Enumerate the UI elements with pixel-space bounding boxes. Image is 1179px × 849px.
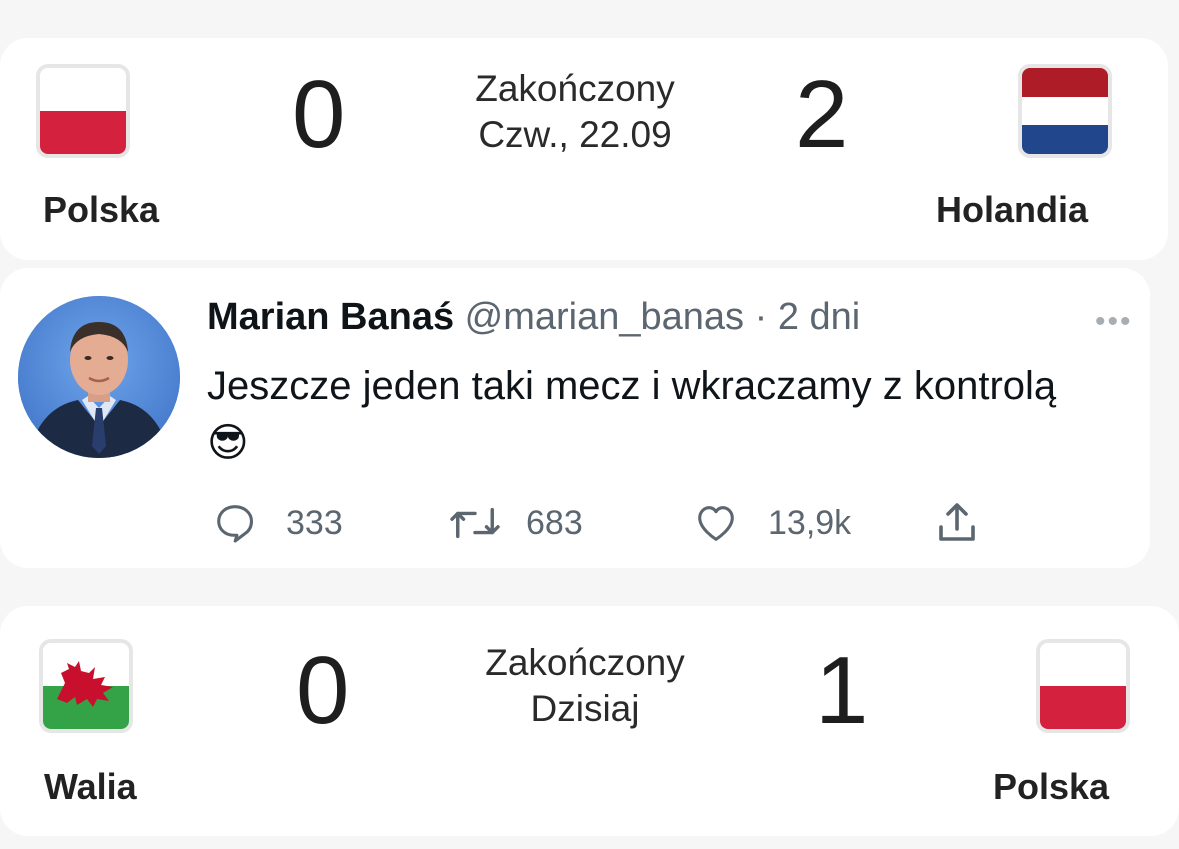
netherlands-flag-icon xyxy=(1022,68,1108,154)
away-score: 2 xyxy=(795,61,849,168)
tweet-header: Marian Banaś @marian_banas · 2 dni xyxy=(207,296,860,339)
wales-flag-icon xyxy=(43,643,129,729)
poland-flag-icon xyxy=(1040,643,1126,729)
like-count: 13,9k xyxy=(768,503,852,542)
retweet-count: 683 xyxy=(526,503,583,542)
home-score: 0 xyxy=(296,637,350,744)
like-button[interactable]: 13,9k xyxy=(692,501,851,545)
away-team-name: Polska xyxy=(993,766,1110,807)
more-options-icon[interactable]: ••• xyxy=(1095,305,1133,339)
tweet-body: Jeszcze jeden taki mecz i wkraczamy z ko… xyxy=(207,364,1057,408)
share-icon xyxy=(939,503,975,541)
author-name[interactable]: Marian Banaś xyxy=(207,296,454,338)
tweet-time[interactable]: 2 dni xyxy=(778,296,860,338)
reply-icon xyxy=(217,505,254,543)
match-date: Dzisiaj xyxy=(530,688,640,729)
share-button[interactable] xyxy=(933,501,1009,545)
match-status: Zakończony Dzisiaj xyxy=(440,640,730,732)
away-team-name: Holandia xyxy=(936,189,1089,230)
match-date: Czw., 22.09 xyxy=(478,114,672,155)
retweet-button[interactable]: 683 xyxy=(446,501,583,545)
retweet-icon xyxy=(450,507,500,539)
away-score: 1 xyxy=(815,637,869,744)
like-icon xyxy=(698,506,734,541)
reply-button[interactable]: 333 xyxy=(212,501,343,545)
match-status: Zakończony Czw., 22.09 xyxy=(430,66,720,158)
home-score: 0 xyxy=(292,61,346,168)
separator: · xyxy=(754,296,768,338)
home-team-name: Walia xyxy=(44,766,137,807)
status-label: Zakończony xyxy=(485,642,685,683)
author-handle[interactable]: @marian_banas xyxy=(465,296,744,338)
poland-flag-icon xyxy=(40,68,126,154)
status-label: Zakończony xyxy=(475,68,675,109)
home-team-name: Polska xyxy=(43,189,160,230)
sunglasses-emoji: 😎 xyxy=(207,420,249,466)
reply-count: 333 xyxy=(286,503,343,542)
avatar[interactable] xyxy=(18,296,180,458)
tweet-text: Jeszcze jeden taki mecz i wkraczamy z ko… xyxy=(207,358,1067,472)
